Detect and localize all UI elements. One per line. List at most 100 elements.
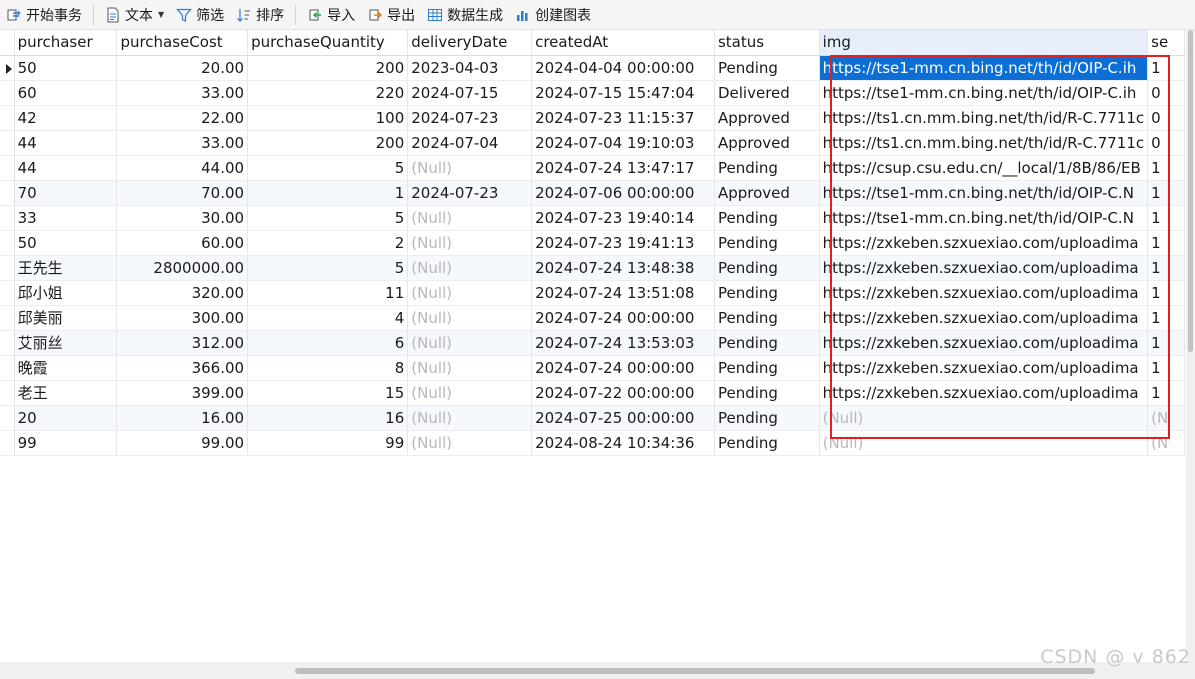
cell-purchasecost[interactable]: 366.00: [116, 355, 249, 381]
cell-se[interactable]: 1: [1147, 280, 1185, 306]
begin-transaction-button[interactable]: 开始事务: [0, 0, 88, 30]
cell-createdat[interactable]: 2024-07-24 00:00:00: [531, 305, 715, 331]
column-header-purchasecost[interactable]: purchaseCost: [116, 30, 249, 56]
column-header-se[interactable]: se: [1147, 30, 1185, 56]
generate-data-button[interactable]: 数据生成: [421, 0, 509, 30]
cell-status[interactable]: Pending: [714, 305, 820, 331]
table-row[interactable]: 50 60.00 2 (Null) 2024-07-23 19:41:13 Pending…: [0, 230, 1185, 256]
cell-img[interactable]: https://zxkeben.szxuexiao.com/uploadima: [819, 230, 1149, 256]
cell-purchaser[interactable]: 42: [14, 105, 118, 131]
cell-se[interactable]: 1: [1147, 380, 1185, 406]
row-indicator[interactable]: [0, 355, 15, 381]
row-indicator[interactable]: [0, 280, 15, 306]
cell-status[interactable]: Pending: [714, 355, 820, 381]
cell-se[interactable]: 1: [1147, 305, 1185, 331]
cell-deliverydate[interactable]: 2024-07-23: [407, 105, 533, 131]
cell-purchasecost[interactable]: 320.00: [116, 280, 249, 306]
row-indicator[interactable]: [0, 255, 15, 281]
cell-se[interactable]: 1: [1147, 205, 1185, 231]
cell-createdat[interactable]: 2024-07-24 13:51:08: [531, 280, 715, 306]
cell-purchasecost[interactable]: 30.00: [116, 205, 249, 231]
cell-status[interactable]: Pending: [714, 155, 820, 181]
table-row[interactable]: 42 22.00 100 2024-07-23 2024-07-23 11:15:37 A…: [0, 105, 1185, 131]
cell-status[interactable]: Pending: [714, 280, 820, 306]
cell-deliverydate[interactable]: 2024-07-23: [407, 180, 533, 206]
table-row[interactable]: 60 33.00 220 2024-07-15 2024-07-15 15:47:04 D…: [0, 80, 1185, 106]
cell-deliverydate[interactable]: (Null): [407, 355, 533, 381]
cell-status[interactable]: Pending: [714, 330, 820, 356]
cell-img[interactable]: https://tse1-mm.cn.bing.net/th/id/OIP-C.…: [819, 205, 1149, 231]
export-button[interactable]: 导出: [361, 0, 421, 30]
cell-deliverydate[interactable]: (Null): [407, 380, 533, 406]
cell-deliverydate[interactable]: (Null): [407, 205, 533, 231]
cell-purchasequantity[interactable]: 15: [247, 380, 409, 406]
cell-purchaser[interactable]: 王先生: [14, 255, 118, 281]
row-indicator[interactable]: [0, 130, 15, 156]
row-indicator[interactable]: [0, 105, 15, 131]
row-indicator[interactable]: [0, 330, 15, 356]
cell-se[interactable]: 1: [1147, 330, 1185, 356]
table-row[interactable]: 老王 399.00 15 (Null) 2024-07-22 00:00:00 Pendi…: [0, 380, 1185, 406]
cell-purchasequantity[interactable]: 8: [247, 355, 409, 381]
filter-button[interactable]: 筛选: [170, 0, 230, 30]
cell-se[interactable]: 1: [1147, 355, 1185, 381]
cell-img[interactable]: https://zxkeben.szxuexiao.com/uploadima: [819, 330, 1149, 356]
cell-createdat[interactable]: 2024-07-24 00:00:00: [531, 355, 715, 381]
cell-img[interactable]: https://ts1.cn.mm.bing.net/th/id/R-C.771…: [819, 105, 1149, 131]
cell-purchasecost[interactable]: 44.00: [116, 155, 249, 181]
cell-se[interactable]: 1: [1147, 155, 1185, 181]
cell-deliverydate[interactable]: (Null): [407, 155, 533, 181]
cell-purchasequantity[interactable]: 5: [247, 155, 409, 181]
cell-purchasecost[interactable]: 70.00: [116, 180, 249, 206]
cell-purchasecost[interactable]: 33.00: [116, 130, 249, 156]
cell-se[interactable]: 0: [1147, 80, 1185, 106]
table-row[interactable]: 44 33.00 200 2024-07-04 2024-07-04 19:10:03 A…: [0, 130, 1185, 156]
cell-purchaser[interactable]: 33: [14, 205, 118, 231]
cell-status[interactable]: Pending: [714, 55, 820, 81]
cell-status[interactable]: Pending: [714, 205, 820, 231]
cell-deliverydate[interactable]: 2024-07-15: [407, 80, 533, 106]
cell-deliverydate[interactable]: (Null): [407, 430, 533, 456]
cell-createdat[interactable]: 2024-07-15 15:47:04: [531, 80, 715, 106]
cell-status[interactable]: Approved: [714, 130, 820, 156]
horizontal-scrollbar[interactable]: [0, 662, 1195, 679]
cell-purchaser[interactable]: 70: [14, 180, 118, 206]
cell-purchaser[interactable]: 44: [14, 130, 118, 156]
cell-purchaser[interactable]: 44: [14, 155, 118, 181]
row-indicator[interactable]: [0, 205, 15, 231]
cell-deliverydate[interactable]: (Null): [407, 405, 533, 431]
text-button[interactable]: 文本 ▼: [99, 0, 170, 30]
column-header-status[interactable]: status: [714, 30, 820, 56]
table-row[interactable]: 70 70.00 1 2024-07-23 2024-07-06 00:00:00 App…: [0, 180, 1185, 206]
table-row[interactable]: 王先生 2800000.00 5 (Null) 2024-07-24 13:48:38 P…: [0, 255, 1185, 281]
cell-deliverydate[interactable]: 2023-04-03: [407, 55, 533, 81]
cell-purchaser[interactable]: 晚霞: [14, 355, 118, 381]
cell-img[interactable]: (Null): [819, 405, 1149, 431]
cell-purchaser[interactable]: 99: [14, 430, 118, 456]
cell-purchasequantity[interactable]: 11: [247, 280, 409, 306]
import-button[interactable]: 导入: [301, 0, 361, 30]
cell-purchasequantity[interactable]: 220: [247, 80, 409, 106]
cell-se[interactable]: 0: [1147, 105, 1185, 131]
cell-se[interactable]: (N: [1147, 430, 1185, 456]
cell-purchasequantity[interactable]: 200: [247, 130, 409, 156]
cell-status[interactable]: Approved: [714, 180, 820, 206]
cell-img[interactable]: https://csup.csu.edu.cn/__local/1/8B/86/…: [819, 155, 1149, 181]
cell-img[interactable]: https://tse1-mm.cn.bing.net/th/id/OIP-C.…: [819, 80, 1149, 106]
cell-purchaser[interactable]: 邱美丽: [14, 305, 118, 331]
row-indicator[interactable]: [0, 155, 15, 181]
cell-purchasecost[interactable]: 16.00: [116, 405, 249, 431]
cell-deliverydate[interactable]: (Null): [407, 255, 533, 281]
column-header-img[interactable]: img: [819, 30, 1149, 56]
cell-purchasecost[interactable]: 33.00: [116, 80, 249, 106]
cell-img[interactable]: https://zxkeben.szxuexiao.com/uploadima: [819, 355, 1149, 381]
cell-purchasecost[interactable]: 312.00: [116, 330, 249, 356]
sort-button[interactable]: 排序: [230, 0, 290, 30]
cell-se[interactable]: (N: [1147, 405, 1185, 431]
row-indicator[interactable]: [0, 80, 15, 106]
cell-purchasecost[interactable]: 2800000.00: [116, 255, 249, 281]
vertical-scrollbar[interactable]: [1186, 30, 1195, 663]
row-indicator[interactable]: [0, 305, 15, 331]
row-indicator[interactable]: [0, 380, 15, 406]
cell-createdat[interactable]: 2024-07-25 00:00:00: [531, 405, 715, 431]
